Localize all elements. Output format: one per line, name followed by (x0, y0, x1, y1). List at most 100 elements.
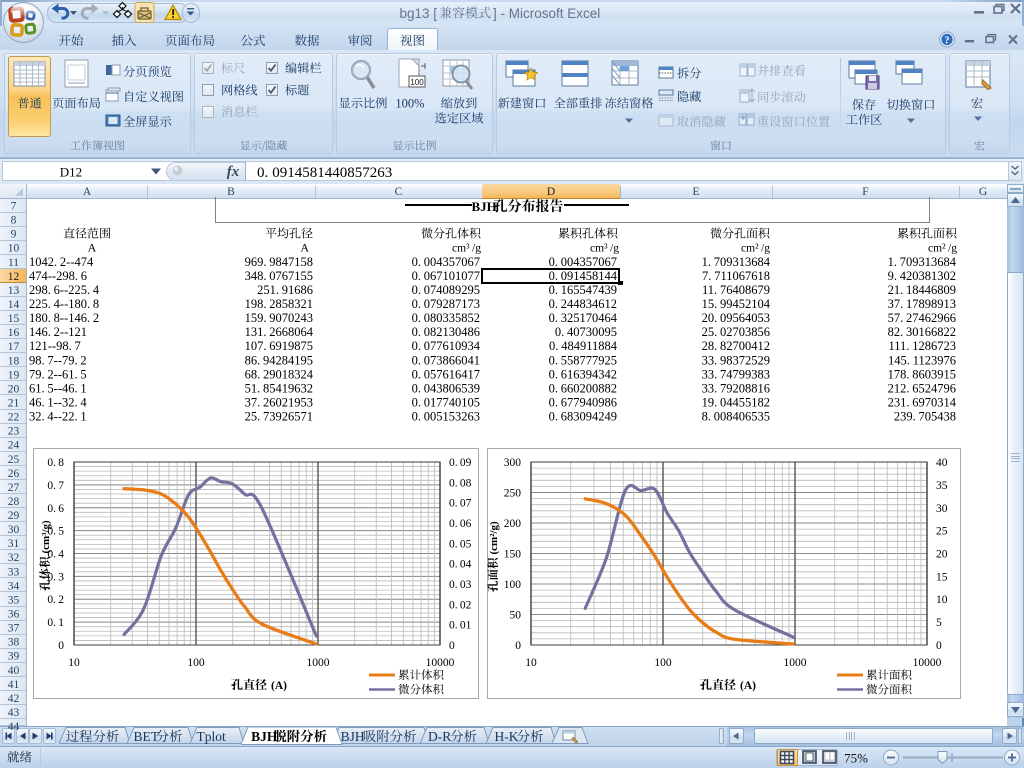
svg-text:24: 24 (8, 440, 20, 452)
svg-text:H-K: H-K (495, 729, 519, 744)
svg-text:BJH: BJH (472, 199, 497, 214)
svg-text:86.94284195: 86.94284195 (245, 353, 313, 367)
svg-text:41: 41 (8, 679, 20, 691)
svg-text:7.711067618: 7.711067618 (702, 269, 770, 283)
svg-text:39: 39 (8, 651, 20, 663)
svg-text:E: E (692, 186, 699, 198)
svg-text:8.008406535: 8.008406535 (702, 410, 770, 424)
svg-text:0.40730095: 0.40730095 (555, 325, 617, 339)
svg-text:38: 38 (8, 637, 20, 649)
svg-text:44: 44 (8, 721, 20, 733)
svg-text:107.6919875: 107.6919875 (245, 339, 313, 353)
svg-text:46.1--32.4: 46.1--32.4 (29, 396, 87, 410)
svg-text:0.074089295: 0.074089295 (412, 283, 480, 297)
svg-text:0.057616417: 0.057616417 (412, 367, 480, 381)
svg-text:22: 22 (8, 412, 20, 424)
svg-text:37: 37 (8, 623, 20, 635)
svg-text:180.8--146.2: 180.8--146.2 (29, 311, 99, 325)
svg-text:75%: 75% (844, 751, 868, 766)
svg-text:37.26021953: 37.26021953 (245, 396, 313, 410)
svg-text:0.325170464: 0.325170464 (549, 311, 618, 325)
svg-text:51.85419632: 51.85419632 (245, 381, 313, 395)
svg-text:0.558777925: 0.558777925 (549, 353, 617, 367)
svg-text:26: 26 (8, 468, 20, 480)
svg-text:0.677940986: 0.677940986 (549, 396, 617, 410)
svg-text:BJH: BJH (341, 729, 365, 744)
svg-text:28: 28 (8, 496, 20, 508)
svg-text:348.0767155: 348.0767155 (245, 269, 313, 283)
svg-text:969.9847158: 969.9847158 (245, 255, 313, 269)
svg-text:251.91686: 251.91686 (257, 283, 313, 297)
svg-text:145.1123976: 145.1123976 (888, 353, 956, 367)
svg-text:D: D (547, 186, 555, 198)
svg-text:cm²/g: cm²/g (741, 243, 770, 255)
svg-text:43: 43 (8, 707, 20, 719)
svg-text:17: 17 (8, 341, 20, 353)
svg-text:(A): (A) (271, 680, 287, 692)
svg-text:bg13 [: bg13 [ (399, 6, 437, 21)
svg-text:29: 29 (8, 510, 20, 522)
svg-text:1.709313684: 1.709313684 (702, 255, 771, 269)
svg-text:7: 7 (11, 201, 17, 213)
svg-text:212.6524796: 212.6524796 (888, 381, 956, 395)
svg-text:12: 12 (8, 271, 20, 283)
svg-text:61.5--46.1: 61.5--46.1 (29, 381, 87, 395)
svg-text:21.18446809: 21.18446809 (888, 283, 956, 297)
svg-text:A: A (88, 241, 97, 255)
svg-text:0.079287173: 0.079287173 (412, 297, 480, 311)
svg-text:0.082130486: 0.082130486 (412, 325, 480, 339)
svg-text:11.76408679: 11.76408679 (702, 283, 770, 297)
svg-text:32.4--22.1: 32.4--22.1 (29, 410, 87, 424)
svg-text:40: 40 (8, 665, 20, 677)
svg-text:0.660200882: 0.660200882 (549, 381, 617, 395)
svg-text:13: 13 (8, 285, 20, 297)
svg-text:cm²/g: cm²/g (928, 243, 957, 255)
svg-text:1042.2--474: 1042.2--474 (29, 255, 94, 269)
svg-text:79.2--61.5: 79.2--61.5 (29, 367, 87, 381)
svg-text:225.4--180.8: 225.4--180.8 (29, 297, 99, 311)
svg-text:36: 36 (8, 609, 20, 621)
svg-text:D-R: D-R (428, 729, 451, 744)
svg-text:19: 19 (8, 369, 20, 381)
svg-text:32: 32 (8, 552, 20, 564)
svg-text:474--298.6: 474--298.6 (29, 269, 87, 283)
svg-text:28.82700412: 28.82700412 (702, 339, 770, 353)
svg-text:0.165547439: 0.165547439 (549, 283, 617, 297)
svg-text:0.683094249: 0.683094249 (549, 410, 617, 424)
svg-text:0.004357067: 0.004357067 (412, 255, 480, 269)
svg-text:100%: 100% (395, 97, 424, 111)
svg-text:BET: BET (134, 729, 160, 744)
svg-text:33.98372529: 33.98372529 (702, 353, 770, 367)
svg-text:27: 27 (8, 482, 20, 494)
svg-text:D12: D12 (60, 165, 82, 180)
svg-text:1.709313684: 1.709313684 (888, 255, 957, 269)
svg-text:A: A (300, 241, 309, 255)
svg-text:0.005153263: 0.005153263 (412, 410, 480, 424)
svg-text:30: 30 (8, 524, 20, 536)
svg-text:98.7--79.2: 98.7--79.2 (29, 353, 87, 367)
svg-text:25: 25 (8, 454, 20, 466)
svg-text:68.29018324: 68.29018324 (245, 367, 314, 381)
svg-text:0.616394342: 0.616394342 (549, 367, 617, 381)
svg-text:146.2--121: 146.2--121 (29, 325, 87, 339)
svg-text:14: 14 (8, 299, 20, 311)
svg-text:B: B (227, 186, 235, 198)
svg-text:57.27462966: 57.27462966 (888, 311, 956, 325)
svg-text:9.420381302: 9.420381302 (888, 269, 956, 283)
svg-text:15.99452104: 15.99452104 (702, 297, 771, 311)
svg-text:121--98.7: 121--98.7 (29, 339, 81, 353)
svg-text:42: 42 (8, 693, 20, 705)
svg-text:(cm²/g): (cm²/g) (488, 521, 500, 555)
svg-text:cm³/g: cm³/g (452, 243, 481, 255)
svg-text:A: A (83, 186, 92, 198)
svg-text:F: F (862, 186, 868, 198)
svg-text:111.1286723: 111.1286723 (888, 339, 956, 353)
svg-text:Tplot: Tplot (197, 729, 226, 744)
svg-text:178.8603915: 178.8603915 (888, 367, 956, 381)
svg-text:31: 31 (8, 538, 20, 550)
svg-text:0.043806539: 0.043806539 (412, 381, 480, 395)
svg-text:11: 11 (8, 257, 19, 269)
svg-text:82.30166822: 82.30166822 (888, 325, 956, 339)
svg-text:(A): (A) (740, 680, 756, 692)
svg-text:33.79208816: 33.79208816 (702, 381, 770, 395)
